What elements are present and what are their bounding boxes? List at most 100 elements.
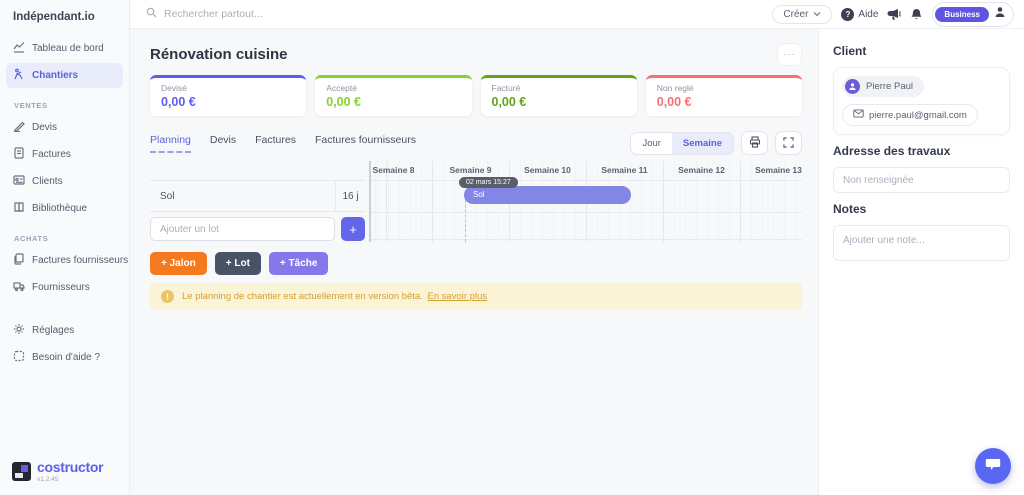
week-header: Semaine 11 [586,161,663,180]
plan-badge: Business [935,7,989,22]
tab-factures[interactable]: Factures [255,134,296,153]
beta-banner-text: Le planning de chantier est actuellement… [182,291,423,302]
sidebar-item-reglages[interactable]: Réglages [6,318,123,343]
sidebar-section-achats: ACHATS [6,223,123,248]
brand-name: costructor [37,459,103,475]
stat-card-accepte: Accepté 0,00 € [315,75,471,116]
supplier-truck-icon [13,280,25,295]
week-header: Semaine 12 [663,161,740,180]
chat-launcher-button[interactable] [975,448,1011,484]
sidebar-item-label: Chantiers [32,70,78,81]
add-tache-button[interactable]: + Tâche [269,252,329,275]
main-content: Rénovation cuisine ··· Devisé 0,00 € Acc… [130,29,818,495]
learn-more-link[interactable]: En savoir plus [427,291,487,302]
sidebar-item-tableau-de-bord[interactable]: Tableau de bord [6,36,123,61]
client-card-icon [13,174,25,189]
add-lot-input[interactable] [150,217,335,241]
week-header: Semaine 13 [740,161,802,180]
print-button[interactable] [741,131,768,155]
bell-icon[interactable] [910,8,923,21]
client-avatar-icon [845,79,860,94]
fullscreen-button[interactable] [775,131,802,155]
sidebar-item-chantiers[interactable]: Chantiers [6,63,123,88]
account-menu[interactable]: Business [932,2,1014,27]
expand-icon [783,136,794,151]
sidebar-item-factures[interactable]: Factures [6,142,123,167]
client-card: Pierre Paul pierre.paul@gmail.com [833,67,1010,135]
sidebar-item-clients[interactable]: Clients [6,169,123,194]
client-chip[interactable]: Pierre Paul [842,76,924,97]
sidebar-item-label: Devis [32,122,57,133]
add-lot-action-button[interactable]: + Lot [215,252,261,275]
megaphone-icon[interactable] [887,8,901,21]
brand-footer: costructor v1.2.45 [0,459,129,495]
stat-value: 0,00 € [326,95,460,109]
gantt-chart[interactable]: Semaine 8 Semaine 9 Semaine 10 Semaine 1… [369,161,802,242]
sidebar-item-bibliotheque[interactable]: Bibliothèque [6,196,123,221]
client-email: pierre.paul@gmail.com [869,110,967,121]
sidebar-item-label: Besoin d'aide ? [32,352,100,363]
beta-banner: ! Le planning de chantier est actuelleme… [150,283,802,310]
gantt-planning: Sol 16 j + Semaine 8 Semaine 9 Semaine 1… [150,161,802,242]
view-toggle-semaine[interactable]: Semaine [672,133,733,154]
costructor-logo-icon [12,462,31,481]
sidebar-item-devis[interactable]: Devis [6,115,123,140]
gantt-date-tooltip: 02 mars 15:27 [459,177,518,188]
stat-value: 0,00 € [161,95,295,109]
user-avatar-icon [993,5,1007,24]
gantt-lot-table: Sol 16 j + [150,161,365,242]
notes-heading: Notes [833,202,1010,216]
page-title: Rénovation cuisine [150,46,288,63]
crane-icon [13,68,25,83]
address-input[interactable] [833,167,1010,193]
sidebar-item-label: Tableau de bord [32,43,104,54]
question-circle-icon: ? [841,8,854,21]
gantt-row [371,212,802,240]
chat-bubble-icon [985,457,1001,475]
global-search[interactable] [146,5,763,23]
topbar: Créer ? Aide Business [130,0,1024,29]
address-heading: Adresse des travaux [833,144,1010,158]
stat-card-facture: Facturé 0,00 € [481,75,637,116]
gantt-bar-sol[interactable]: Sol [464,186,631,204]
stat-card-non-regle: Non reglé 0,00 € [646,75,802,116]
week-header: Semaine 10 [509,161,586,180]
warning-icon: ! [161,290,174,303]
sidebar-item-label: Clients [32,176,63,187]
quote-pen-icon [13,120,25,135]
envelope-icon [853,109,864,121]
sidebar-item-factures-fournisseurs[interactable]: Factures fournisseurs [6,248,123,273]
search-input[interactable] [164,8,763,20]
stacked-invoices-icon [13,253,25,268]
tab-devis[interactable]: Devis [210,134,236,153]
more-options-button[interactable]: ··· [777,43,802,66]
sidebar-item-aide[interactable]: Besoin d'aide ? [6,345,123,370]
sidebar-item-fournisseurs[interactable]: Fournisseurs [6,275,123,300]
details-panel: Client Pierre Paul pierre.paul@gmail.com… [818,29,1024,495]
tabs-bar: Planning Devis Factures Factures fournis… [150,131,802,155]
stat-value: 0,00 € [657,95,791,109]
lot-duration: 16 j [335,181,365,211]
week-header: Semaine 8 [369,161,432,180]
library-book-icon [13,201,25,216]
sidebar-nav: Tableau de bord Chantiers VENTES Devis F… [0,36,129,372]
create-button-label: Créer [783,9,808,20]
tab-factures-fournisseurs[interactable]: Factures fournisseurs [315,134,416,153]
add-lot-button[interactable]: + [341,217,365,241]
app-logo: Indépendant.io [0,0,129,36]
lot-row-sol[interactable]: Sol 16 j [150,180,365,212]
client-email-chip[interactable]: pierre.paul@gmail.com [842,104,978,126]
planning-actions: + Jalon + Lot + Tâche [150,252,802,275]
sidebar: Indépendant.io Tableau de bord Chantiers… [0,0,130,495]
help-button[interactable]: ? Aide [841,8,878,21]
stat-label: Devisé [161,83,295,93]
search-icon [146,5,157,23]
sidebar-footer-gap [6,302,123,318]
add-jalon-button[interactable]: + Jalon [150,252,207,275]
notes-input[interactable] [833,225,1010,261]
view-toggle-jour[interactable]: Jour [631,133,671,154]
create-button[interactable]: Créer [772,5,832,24]
sidebar-section-ventes: VENTES [6,90,123,115]
tab-planning[interactable]: Planning [150,134,191,153]
client-name: Pierre Paul [866,81,913,92]
